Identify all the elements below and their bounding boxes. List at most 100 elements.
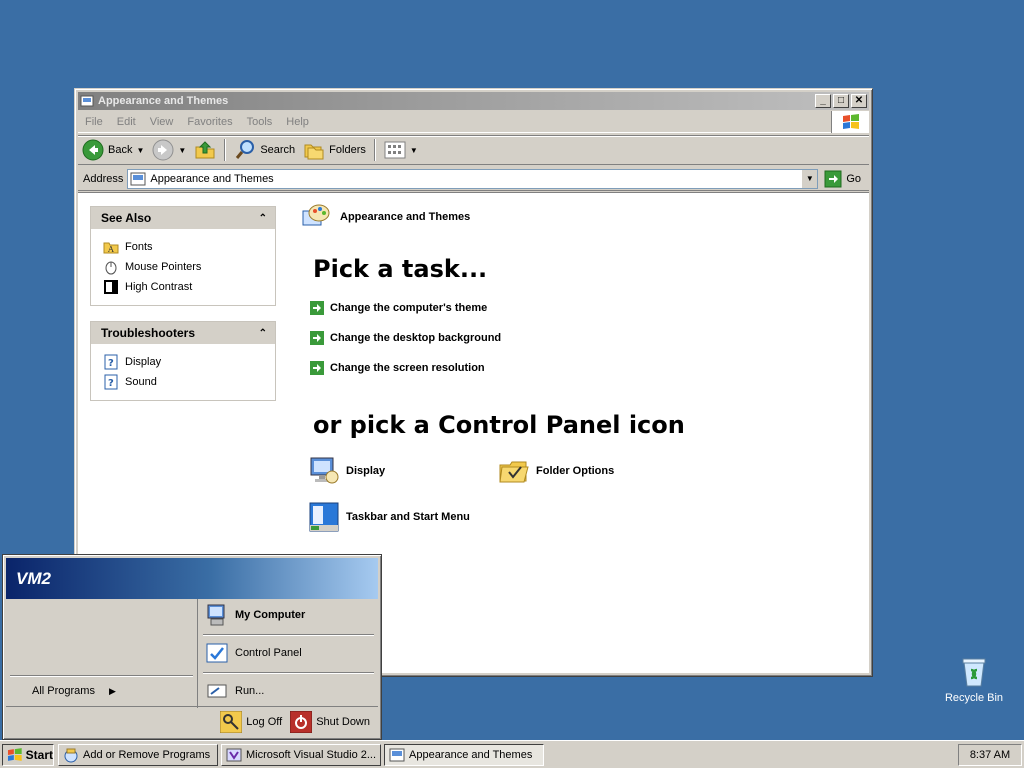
pick-task-heading: Pick a task... (313, 255, 488, 283)
troubleshooters-panel: Troubleshooters ⌃ ? Display ? Sound (90, 321, 276, 401)
key-icon (220, 710, 243, 733)
high-contrast-icon (104, 280, 118, 294)
visual-studio-icon (226, 748, 242, 762)
clock[interactable]: 8:37 AM (970, 749, 1010, 761)
menu-bar: File Edit View Favorites Tools Help (78, 111, 869, 133)
cp-taskbar-start-menu-icon[interactable]: Taskbar and Start Menu (308, 501, 470, 533)
add-remove-programs-icon (64, 748, 78, 763)
troubleshooter-sound-link[interactable]: ? Sound (103, 372, 275, 392)
svg-text:?: ? (108, 358, 114, 369)
back-dropdown-icon[interactable]: ▼ (136, 146, 144, 155)
window-title: Appearance and Themes (98, 95, 229, 107)
forward-arrow-icon (152, 139, 174, 161)
recycle-bin-icon (962, 658, 986, 687)
control-panel-item[interactable]: Control Panel (205, 641, 302, 665)
start-menu-divider (203, 672, 374, 674)
green-arrow-icon (310, 361, 324, 375)
see-also-high-contrast-link[interactable]: High Contrast (103, 277, 275, 297)
back-button[interactable]: Back ▼ (78, 137, 148, 163)
folders-button[interactable]: Folders (299, 137, 370, 163)
start-menu-user-banner: VM2 (6, 558, 378, 599)
collapse-chevron-icon[interactable]: ⌃ (259, 213, 267, 224)
taskbar-visual-studio[interactable]: Microsoft Visual Studio 2... (221, 744, 381, 766)
svg-text:A: A (107, 245, 114, 254)
task-change-background[interactable]: Change the desktop background (310, 331, 501, 345)
start-menu-left-column: All Programs ▶ (6, 599, 198, 708)
taskbar-add-remove-programs[interactable]: Add or Remove Programs (58, 744, 218, 766)
address-label: Address (83, 172, 124, 185)
display-icon (310, 457, 339, 484)
toolbar-separator (224, 139, 227, 161)
fonts-folder-icon: A (103, 242, 119, 254)
standard-toolbar: Back ▼ ▼ Search Folders ▼ (78, 135, 869, 165)
folder-options-icon (499, 461, 529, 483)
search-icon (236, 140, 255, 159)
address-input[interactable]: Appearance and Themes ▼ (127, 168, 819, 189)
forward-button[interactable]: ▼ (148, 137, 190, 163)
cp-folder-options-icon[interactable]: Folder Options (498, 455, 614, 487)
help-icon: ? (104, 354, 118, 370)
go-button[interactable]: Go (818, 170, 869, 188)
maximize-button[interactable]: □ (833, 94, 849, 108)
forward-dropdown-icon[interactable]: ▼ (178, 146, 186, 155)
see-also-header[interactable]: See Also ⌃ (91, 207, 275, 229)
control-panel-icon (389, 748, 405, 762)
up-folder-button[interactable] (190, 137, 220, 163)
recycle-bin-label: Recycle Bin (944, 692, 1004, 704)
shut-down-button[interactable]: Shut Down (290, 710, 370, 733)
see-also-fonts-link[interactable]: A Fonts (103, 237, 275, 257)
svg-text:?: ? (108, 378, 114, 389)
pick-icon-heading: or pick a Control Panel icon (313, 411, 685, 439)
menu-help[interactable]: Help (279, 116, 316, 128)
run-icon (207, 684, 227, 698)
menu-favorites[interactable]: Favorites (180, 116, 239, 128)
start-menu: VM2 All Programs ▶ My Computer Control P… (2, 554, 382, 740)
start-button[interactable]: Start (2, 744, 54, 766)
taskbar: Start Add or Remove Programs Microsoft V… (0, 740, 1024, 768)
views-dropdown-icon[interactable]: ▼ (410, 146, 418, 155)
control-panel-icon (206, 643, 228, 663)
start-menu-divider (203, 634, 374, 636)
go-arrow-icon (824, 170, 842, 187)
windows-logo-icon (831, 111, 869, 133)
task-change-theme[interactable]: Change the computer's theme (310, 301, 487, 315)
my-computer-icon (207, 604, 225, 626)
all-programs-button[interactable]: All Programs ▶ (32, 685, 116, 697)
category-title: Appearance and Themes (300, 201, 470, 233)
address-dropdown-icon[interactable]: ▼ (801, 169, 818, 188)
appearance-themes-icon (302, 204, 330, 226)
title-bar[interactable]: Appearance and Themes _ □ ✕ (78, 92, 869, 110)
back-arrow-icon (82, 139, 104, 161)
windows-logo-icon (7, 748, 22, 761)
toolbar-separator (373, 139, 376, 161)
arrow-right-icon: ▶ (108, 685, 116, 696)
minimize-button[interactable]: _ (815, 94, 831, 108)
menu-tools[interactable]: Tools (240, 116, 280, 128)
taskbar-appearance-themes[interactable]: Appearance and Themes (384, 744, 544, 766)
menu-file[interactable]: File (78, 116, 110, 128)
menu-view[interactable]: View (143, 116, 181, 128)
troubleshooters-header[interactable]: Troubleshooters ⌃ (91, 322, 275, 344)
desktop-recycle-bin[interactable]: Recycle Bin (940, 656, 1008, 704)
views-button[interactable]: ▼ (380, 137, 422, 163)
mouse-icon (105, 261, 117, 275)
log-off-button[interactable]: Log Off (220, 710, 282, 733)
green-arrow-icon (310, 301, 324, 315)
address-bar: Address Appearance and Themes ▼ Go (78, 167, 869, 191)
views-icon (384, 141, 406, 159)
menu-edit[interactable]: Edit (110, 116, 143, 128)
start-menu-divider (10, 675, 193, 677)
green-arrow-icon (310, 331, 324, 345)
troubleshooter-display-link[interactable]: ? Display (103, 352, 275, 372)
control-panel-icon (130, 172, 146, 185)
search-button[interactable]: Search (230, 137, 299, 163)
run-item[interactable]: Run... (205, 679, 264, 703)
taskbar-icon (309, 502, 339, 532)
my-computer-item[interactable]: My Computer (205, 603, 305, 627)
collapse-chevron-icon[interactable]: ⌃ (259, 328, 267, 339)
task-change-resolution[interactable]: Change the screen resolution (310, 361, 485, 375)
up-folder-icon (195, 141, 215, 159)
cp-display-icon[interactable]: Display (308, 455, 385, 487)
close-button[interactable]: ✕ (851, 94, 867, 108)
see-also-mouse-pointers-link[interactable]: Mouse Pointers (103, 257, 275, 277)
